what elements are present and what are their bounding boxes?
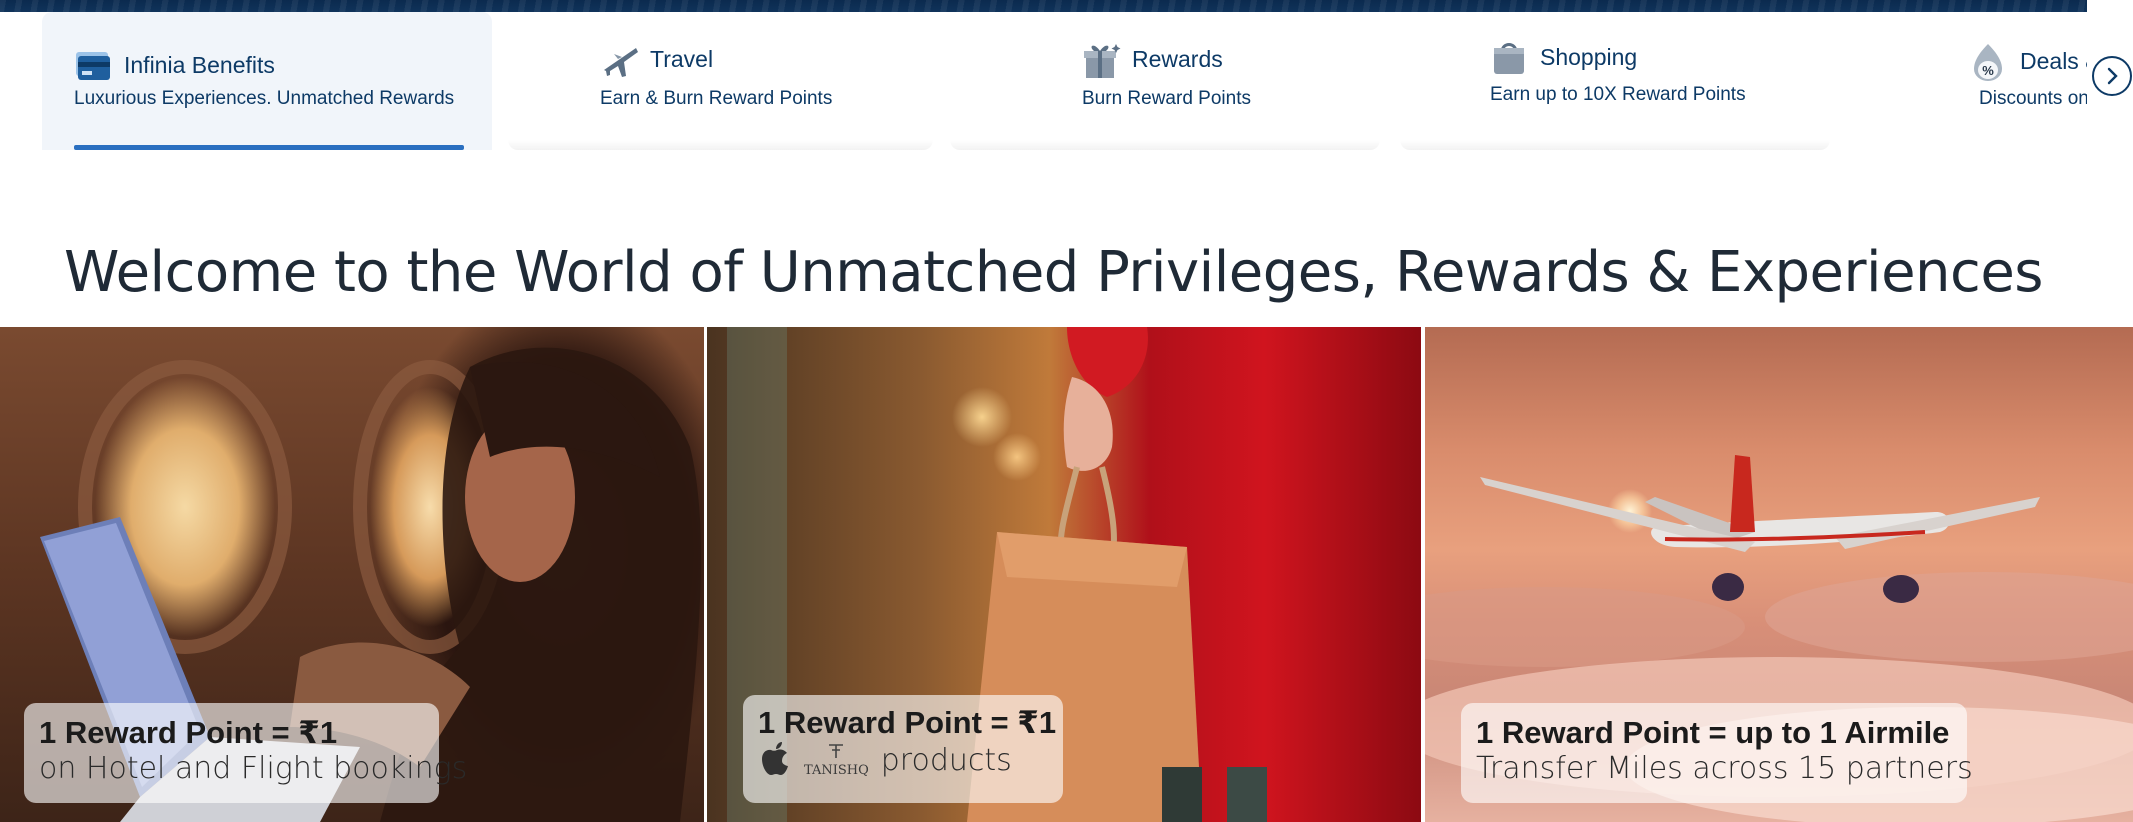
caption-box: 1 Reward Point = up to 1 Airmile Transfe… [1461, 703, 1973, 803]
panel-subline: on Hotel and Flight bookings [39, 751, 468, 786]
svg-text:%: % [1982, 63, 1994, 78]
tab-deals[interactable]: % Deals & Discounts on [1855, 12, 2087, 150]
tab-shadow [1400, 140, 1830, 150]
tab-title: Shopping [1540, 43, 1638, 70]
tab-subtitle: Earn & Burn Reward Points [600, 88, 833, 109]
hero-panel-hotel-flight[interactable]: 1 Reward Point = ₹1 on Hotel and Flight … [0, 327, 704, 822]
tab-travel[interactable]: Travel Earn & Burn Reward Points [508, 12, 933, 150]
chevron-right-icon [2107, 67, 2118, 85]
active-tab-indicator [74, 145, 464, 150]
discount-tag-icon: % [1970, 42, 2008, 81]
tab-subtitle: Burn Reward Points [1082, 88, 1251, 109]
tab-shadow [508, 140, 933, 150]
airplane-icon [600, 40, 638, 78]
tab-title: Deals & [2020, 47, 2087, 74]
page-heading: Welcome to the World of Unmatched Privil… [64, 240, 2043, 305]
gift-icon [1082, 40, 1121, 78]
credit-card-icon [74, 46, 112, 84]
tab-infinia-benefits[interactable]: Infinia Benefits Luxurious Experiences. … [42, 12, 492, 150]
tabs-next-button[interactable] [2092, 56, 2132, 96]
tab-title: Infinia Benefits [124, 51, 275, 78]
panel-headline: 1 Reward Point = ₹1 [758, 705, 1057, 740]
caption-box: 1 Reward Point = ₹1 TANISHQ products [743, 695, 1063, 803]
tanishq-logo: TANISHQ [804, 742, 869, 779]
tab-subtitle: Luxurious Experiences. Unmatched Rewards [74, 88, 455, 109]
tab-title: Rewards [1132, 45, 1223, 72]
apple-logo-icon [762, 742, 788, 775]
hero-panel-airmiles[interactable]: 1 Reward Point = up to 1 Airmile Transfe… [1425, 327, 2133, 822]
tab-rewards[interactable]: Rewards Burn Reward Points [950, 12, 1380, 150]
tab-shopping[interactable]: Shopping Earn up to 10X Reward Points [1400, 12, 1830, 150]
panel-headline: 1 Reward Point = up to 1 Airmile [1476, 715, 1950, 750]
tab-subtitle: Earn up to 10X Reward Points [1490, 84, 1746, 105]
caption-box: 1 Reward Point = ₹1 on Hotel and Flight … [24, 703, 468, 803]
panel-subline: products [880, 742, 1012, 778]
tanishq-emblem-icon [829, 743, 844, 758]
panel-divider [1421, 327, 1424, 822]
benefits-tab-bar: Infinia Benefits Luxurious Experiences. … [0, 12, 2090, 150]
panel-headline: 1 Reward Point = ₹1 [39, 715, 338, 750]
hero-panel-shopping[interactable]: 1 Reward Point = ₹1 TANISHQ products [707, 327, 1421, 822]
tanishq-wordmark: TANISHQ [804, 763, 869, 778]
tab-subtitle: Discounts on [1979, 88, 2087, 109]
tab-title: Travel [650, 45, 714, 72]
panel-subline: Transfer Miles across 15 partners [1476, 751, 1973, 786]
shopping-bag-icon [1490, 38, 1528, 76]
tab-shadow [950, 140, 1380, 150]
